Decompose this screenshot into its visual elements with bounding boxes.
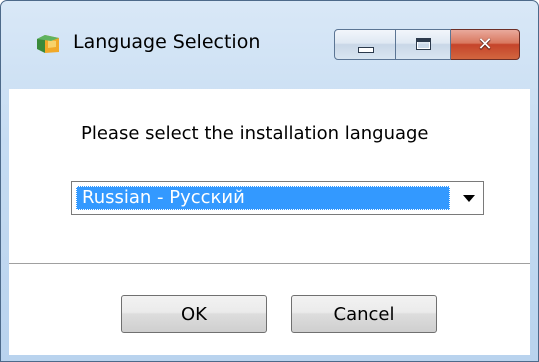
prompt-text: Please select the installation language [81,123,429,144]
maximize-button[interactable] [396,29,451,60]
title-bar[interactable]: Language Selection ✕ [1,1,538,89]
installer-icon [37,35,59,53]
chevron-down-icon[interactable] [463,195,475,202]
cancel-button[interactable]: Cancel [291,295,437,333]
minimize-icon [358,47,374,53]
language-select[interactable]: Russian - Русский [71,181,484,215]
language-selection-window: Language Selection ✕ Please select the i… [0,0,539,362]
ok-button[interactable]: OK [121,295,267,333]
separator [9,263,530,265]
language-select-value[interactable]: Russian - Русский [76,186,450,210]
window-title: Language Selection [73,31,261,53]
dialog-body: Please select the installation language … [9,89,530,355]
caption-buttons: ✕ [334,29,520,60]
maximize-icon [416,38,431,50]
close-button[interactable]: ✕ [451,29,520,60]
close-icon: ✕ [477,34,493,55]
minimize-button[interactable] [334,29,396,60]
